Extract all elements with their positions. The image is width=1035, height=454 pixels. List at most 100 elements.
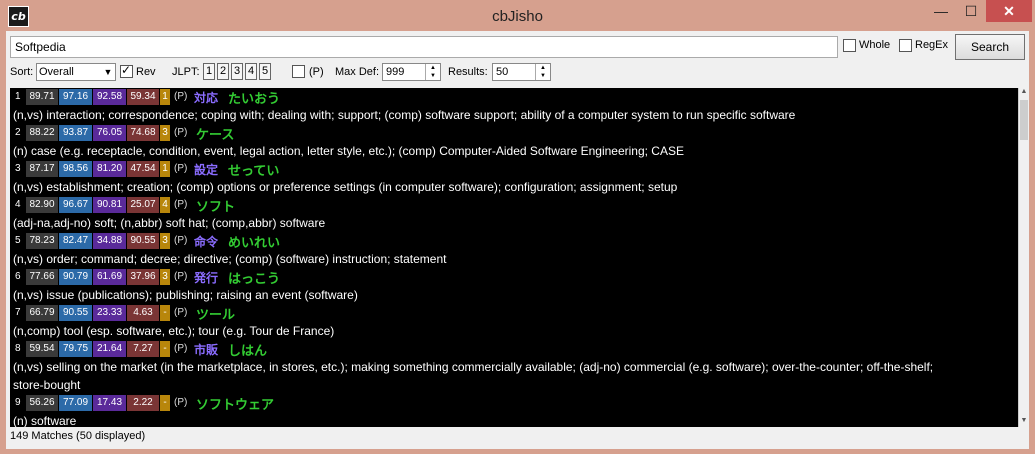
entry-definition: (n,vs) issue (publications); publishing;… [13,288,358,302]
p-label: (P) [309,66,324,78]
score-cell: 21.64 [93,341,126,357]
window-frame-left [0,31,6,454]
score-cell: 47.54 [127,161,159,177]
score-cell: 59.34 [127,89,159,105]
search-button[interactable]: Search [955,34,1025,60]
entry-definition: (n,vs) selling on the market (in the mar… [13,360,934,374]
entry-header[interactable]: 3 87.17 98.56 81.20 47.54 1 (P) 設定 せってい [10,160,1018,178]
score-cell: 25.07 [127,197,159,213]
score-cell: 1 [160,161,170,177]
score-cell: 7.27 [127,341,159,357]
score-cell: 77.66 [26,269,58,285]
jlpt-button-1[interactable]: 1 [203,63,215,80]
entry-reading: はっこう [228,271,281,286]
entry-reading: ツール [196,307,236,322]
rev-checkbox[interactable] [120,63,133,78]
entry-header[interactable]: 8 59.54 79.75 21.64 7.27- (P) 市販 しはん [10,340,1018,358]
entry-header[interactable]: 6 77.66 90.79 61.69 37.96 3 (P) 発行 はっこう [10,268,1018,286]
maximize-button[interactable]: ☐ [956,0,986,22]
score-cell: - [160,395,170,411]
chevron-down-icon: ▼ [103,67,113,77]
entry-number: 7 [15,307,21,318]
entry-header[interactable]: 5 78.23 82.47 34.88 90.55 3 (P) 命令 めいれい [10,232,1018,250]
jlpt-button-2[interactable]: 2 [217,63,229,80]
jlpt-label: JLPT: [172,66,200,78]
scroll-down-icon[interactable]: ▼ [1019,417,1029,427]
window-frame-bottom [0,449,1035,454]
score-cell: 56.26 [26,395,58,411]
score-cell: 96.67 [59,197,92,213]
entry-definition: (n,vs) order; command; decree; directive… [13,252,447,266]
entry-definition: (n,vs) interaction; correspondence; copi… [13,108,796,122]
maxdef-spinner[interactable]: 999 ▲ ▼ [382,63,441,81]
score-cell: 1 [160,89,170,105]
entry-reading: めいれい [228,235,281,250]
results-label: Results: [448,66,488,78]
results-pane[interactable]: 1 89.71 97.16 92.58 59.34 1 (P) 対応 たいおう (n,vs) in… [10,88,1018,427]
scroll-up-icon[interactable]: ▲ [1019,88,1029,98]
entry-header[interactable]: 9 56.26 77.09 17.43 2.22- (P) ソフトウェア [10,394,1018,412]
score-cell: 89.71 [26,89,58,105]
entry-kanji: 設定 [194,163,219,177]
entry-number: 6 [15,271,21,282]
entry-kanji: 対応 [194,91,219,105]
maxdef-label: Max Def: [335,66,380,78]
results-spinner[interactable]: 50 ▲ ▼ [492,63,551,81]
score-cell: 66.79 [26,305,58,321]
whole-checkbox[interactable] [843,39,856,52]
entry-number: 8 [15,343,21,354]
score-cell: 4 [160,197,170,213]
minimize-button[interactable]: — [926,0,956,22]
entry-definition: (n,vs) establishment; creation; (comp) o… [13,180,678,194]
score-cell: 3 [160,269,170,285]
score-cell: 34.88 [93,233,126,249]
score-cell: 37.96 [127,269,159,285]
priority-marker: (P) [174,343,188,354]
score-cell: 61.69 [93,269,126,285]
results-value: 50 [496,66,509,78]
jlpt-button-4[interactable]: 4 [245,63,257,80]
close-button[interactable]: ✕ [986,0,1032,22]
score-cell: 81.20 [93,161,126,177]
entry-header[interactable]: 2 88.22 93.87 76.05 74.68 3 (P) ケース [10,124,1018,142]
priority-marker: (P) [174,163,188,174]
entry-header[interactable]: 4 82.90 96.67 90.81 25.07 4 (P) ソフト [10,196,1018,214]
regex-label: RegEx [915,39,949,51]
entry-reading: ソフトウェア [196,397,275,412]
entry-number: 2 [15,127,21,138]
entry-number: 4 [15,199,21,210]
score-cell: 90.55 [59,305,92,321]
score-cell: 77.09 [59,395,92,411]
spinner-arrows-icon[interactable]: ▲ ▼ [535,64,550,80]
entry-number: 5 [15,235,21,246]
jlpt-button-3[interactable]: 3 [231,63,243,80]
priority-marker: (P) [174,199,188,210]
regex-checkbox[interactable] [899,39,912,52]
window-title: cbJisho [492,8,543,25]
score-cell: 90.79 [59,269,92,285]
score-cell: 79.75 [59,341,92,357]
entry-header[interactable]: 1 89.71 97.16 92.58 59.34 1 (P) 対応 たいおう [10,88,1018,106]
entry-definition: (adj-na,adj-no) soft; (n,abbr) soft hat;… [13,216,326,230]
entry-definition: store-bought [13,378,81,392]
p-checkbox[interactable] [292,65,305,78]
sort-select[interactable]: Overall ▼ [36,63,116,81]
score-cell: 78.23 [26,233,58,249]
score-cell: - [160,341,170,357]
score-cell: 90.55 [127,233,159,249]
entry-header[interactable]: 7 66.79 90.55 23.33 4.63- (P) ツール [10,304,1018,322]
jlpt-button-5[interactable]: 5 [259,63,271,80]
entry-kanji: 市販 [194,343,219,357]
spinner-arrows-icon[interactable]: ▲ ▼ [425,64,440,80]
results-scrollbar[interactable]: ▲ ▼ [1018,88,1029,427]
window-frame-right [1029,31,1035,454]
entry-kanji: 命令 [194,235,219,249]
search-input[interactable]: Softpedia [10,36,838,58]
score-cell: 82.90 [26,197,58,213]
score-cell: 74.68 [127,125,159,141]
entry-reading: ケース [196,127,235,142]
maxdef-value: 999 [386,66,405,78]
scroll-thumb[interactable] [1020,100,1028,140]
priority-marker: (P) [174,397,188,408]
entry-reading: たいおう [228,91,281,106]
